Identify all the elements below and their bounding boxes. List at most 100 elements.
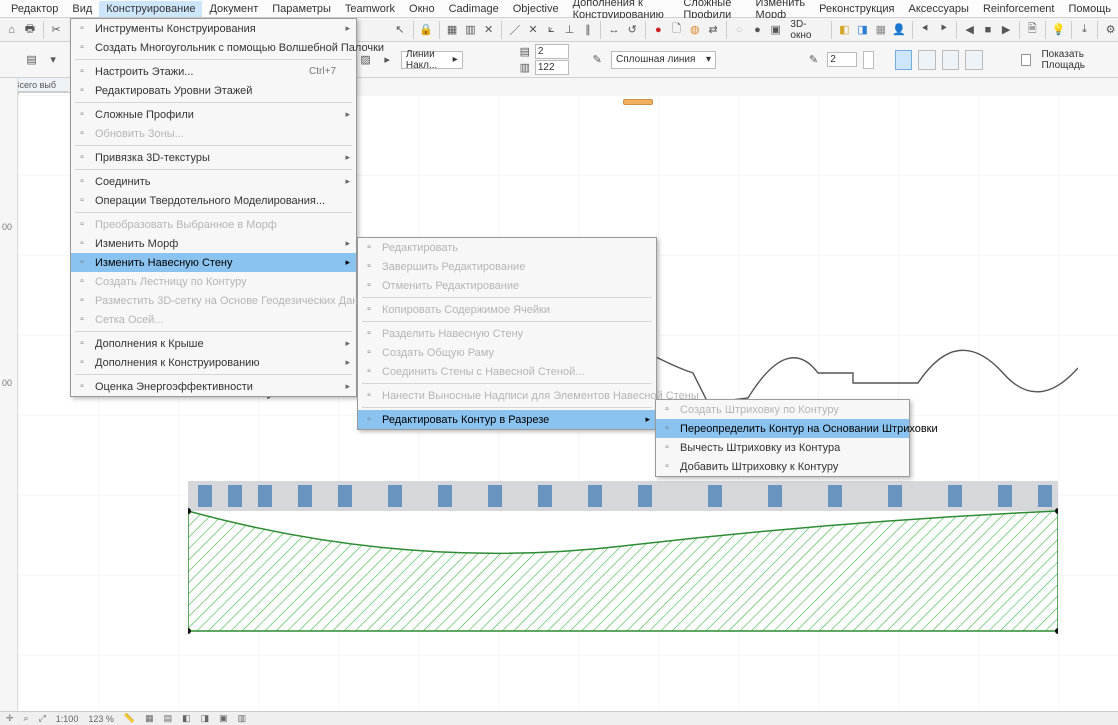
record-icon[interactable]: ● bbox=[651, 21, 666, 39]
menu-реконструкция[interactable]: Реконструкция bbox=[812, 1, 901, 17]
play-back-icon[interactable]: ◀ bbox=[962, 21, 977, 39]
menu-аксессуары[interactable]: Аксессуары bbox=[902, 1, 976, 17]
curtain-wall-menu-item-12[interactable]: ▫Редактировать Контур в Разрезе bbox=[358, 410, 656, 429]
design-menu-item-4[interactable]: ▫Редактировать Уровни Этажей bbox=[71, 81, 356, 100]
link-icon[interactable]: ⇄ bbox=[705, 21, 720, 39]
design-menu-item-3[interactable]: ▫Настроить Этажи...Ctrl+7 bbox=[71, 62, 356, 81]
view3d-label[interactable]: 3D-окно bbox=[786, 19, 825, 41]
ruler-icon[interactable]: 📏 bbox=[124, 713, 135, 724]
document-icon[interactable]: 🗋 bbox=[669, 21, 684, 39]
settings-icon[interactable]: ⚙ bbox=[1103, 21, 1118, 39]
col-icon-1[interactable]: ◧ bbox=[837, 21, 852, 39]
opt-icon-3[interactable]: ▣ bbox=[219, 713, 228, 724]
cut-icon[interactable]: ✂ bbox=[48, 21, 63, 39]
col-icon-2[interactable]: ◨ bbox=[855, 21, 870, 39]
arrow-icon[interactable]: ↖ bbox=[392, 21, 407, 39]
col-icon-3[interactable]: ▦ bbox=[873, 21, 888, 39]
dot-on-icon[interactable]: ● bbox=[750, 21, 765, 39]
cube-icon[interactable]: ▣ bbox=[768, 21, 783, 39]
nav-back-icon[interactable]: ⯇ bbox=[918, 21, 933, 39]
perp-icon[interactable]: ⊥ bbox=[562, 21, 577, 39]
fit-icon[interactable]: ⤢ bbox=[39, 713, 46, 724]
menu-objective[interactable]: Objective bbox=[506, 1, 566, 17]
menu-параметры[interactable]: Параметры bbox=[265, 1, 338, 17]
design-menu-item-11[interactable]: ▫Соединить bbox=[71, 172, 356, 191]
design-menu-item-21[interactable]: ▫Дополнения к Крыше bbox=[71, 334, 356, 353]
profile-icon[interactable]: ▥ bbox=[463, 21, 478, 39]
dir-toggle-1[interactable] bbox=[895, 50, 913, 70]
menu-cadimage[interactable]: Cadimage bbox=[442, 1, 506, 17]
pen-icon[interactable]: ✎ bbox=[590, 51, 606, 69]
design-menu-item-15[interactable]: ▫Изменить Морф bbox=[71, 234, 356, 253]
pen-num[interactable]: 2 bbox=[827, 52, 857, 67]
submenu-curtain-wall[interactable]: ▫Редактировать▫Завершить Редактирование▫… bbox=[357, 237, 657, 430]
menu-item-label: Создать Многоугольник с помощью Волшебно… bbox=[95, 42, 384, 54]
lock-icon[interactable]: 🔒 bbox=[418, 21, 433, 39]
repeat-icon[interactable]: ↺ bbox=[625, 21, 640, 39]
design-menu-item-1[interactable]: ▫Создать Многоугольник с помощью Волшебн… bbox=[71, 38, 356, 57]
dir-toggle-2[interactable] bbox=[918, 50, 936, 70]
menu-редактор[interactable]: Редактор bbox=[4, 1, 65, 17]
menu-документ[interactable]: Документ bbox=[202, 1, 265, 17]
page-icon[interactable]: 🗎 bbox=[1025, 21, 1040, 39]
top-value[interactable]: 2 bbox=[535, 44, 569, 59]
design-menu-item-24[interactable]: ▫Оценка Энергоэффективности bbox=[71, 377, 356, 396]
menu-помощь[interactable]: Помощь bbox=[1062, 1, 1118, 17]
design-menu-item-22[interactable]: ▫Дополнения к Конструированию bbox=[71, 353, 356, 372]
print-icon[interactable]: 🖶 bbox=[22, 21, 37, 39]
para-icon[interactable]: ∥ bbox=[580, 21, 595, 39]
line-type-combo[interactable]: Сплошная линия ▾ bbox=[611, 51, 716, 69]
dir-toggle-3[interactable] bbox=[942, 50, 960, 70]
design-menu-item-0[interactable]: ▫Инструменты Конструирования bbox=[71, 19, 356, 38]
line-icon[interactable]: ／ bbox=[507, 21, 522, 39]
opt-icon-1[interactable]: ◧ bbox=[182, 713, 191, 724]
contour-menu-item-1[interactable]: ▫Переопределить Контур на Основании Штри… bbox=[656, 419, 909, 438]
stop-icon[interactable]: ■ bbox=[980, 21, 995, 39]
person-icon[interactable]: 👤 bbox=[892, 21, 907, 39]
layer-up-icon[interactable]: ▤ bbox=[518, 45, 532, 59]
menu-design-dropdown[interactable]: ▫Инструменты Конструирования▫Создать Мно… bbox=[70, 18, 357, 397]
layer-icon[interactable]: ▤ bbox=[24, 51, 40, 69]
menu-окно[interactable]: Окно bbox=[402, 1, 442, 17]
layer-down-icon[interactable]: ▥ bbox=[518, 61, 532, 75]
angle-icon[interactable]: ⟀ bbox=[544, 21, 559, 39]
line-combo[interactable]: Линии Накл... ▸ bbox=[401, 51, 463, 69]
bulb-icon[interactable]: 💡 bbox=[1051, 21, 1066, 39]
menu-teamwork[interactable]: Teamwork bbox=[338, 1, 402, 17]
menu-reinforcement[interactable]: Reinforcement bbox=[976, 1, 1062, 17]
color-swatch[interactable] bbox=[863, 51, 874, 69]
zoom-icon[interactable]: ⌕ bbox=[24, 713, 29, 724]
opt-icon-2[interactable]: ◨ bbox=[201, 713, 210, 724]
contour-menu-item-2[interactable]: ▫Вычесть Штриховку из Контура bbox=[656, 438, 909, 457]
export-icon[interactable]: ⤓ bbox=[1077, 21, 1092, 39]
design-menu-item-9[interactable]: ▫Привязка 3D-текстуры bbox=[71, 148, 356, 167]
contour-menu-item-3[interactable]: ▫Добавить Штриховку к Контуру bbox=[656, 457, 909, 476]
dot-off-icon[interactable]: ○ bbox=[732, 21, 747, 39]
offset-icon[interactable]: ↔ bbox=[606, 21, 621, 39]
nav-fwd-icon[interactable]: ⯈ bbox=[936, 21, 951, 39]
menu-вид[interactable]: Вид bbox=[65, 1, 99, 17]
bottom-value[interactable]: 122 bbox=[535, 60, 569, 75]
design-menu-item-6[interactable]: ▫Сложные Профили bbox=[71, 105, 356, 124]
zoom-label[interactable]: 123 % bbox=[88, 714, 114, 724]
grid-icon[interactable]: ▦ bbox=[445, 21, 460, 39]
show-area-checkbox[interactable] bbox=[1021, 54, 1032, 66]
play-fwd-icon[interactable]: ▶ bbox=[999, 21, 1014, 39]
grid-icon[interactable]: ▦ bbox=[145, 713, 154, 724]
layer-dropdown-icon[interactable]: ▾ bbox=[45, 51, 61, 69]
design-menu-item-16[interactable]: ▫Изменить Навесную Стену bbox=[71, 253, 356, 272]
scale-label[interactable]: 1:100 bbox=[56, 714, 79, 724]
pen2-icon[interactable]: ✎ bbox=[806, 51, 822, 69]
home-icon[interactable]: ⌂ bbox=[4, 21, 19, 39]
opt-icon-4[interactable]: ▥ bbox=[238, 713, 247, 724]
menu-item-label: Обновить Зоны... bbox=[95, 128, 184, 140]
xline-icon[interactable]: ✕ bbox=[525, 21, 540, 39]
layers-icon[interactable]: ▤ bbox=[164, 713, 173, 724]
design-menu-item-12[interactable]: ▫Операции Твердотельного Моделирования..… bbox=[71, 191, 356, 210]
menu-конструирование[interactable]: Конструирование bbox=[99, 1, 202, 17]
cancel-icon[interactable]: ✕ bbox=[481, 21, 496, 39]
orange-icon[interactable]: ◍ bbox=[687, 21, 702, 39]
section-curtain-wall[interactable] bbox=[188, 481, 1058, 639]
dir-toggle-4[interactable] bbox=[965, 50, 983, 70]
submenu-edit-contour[interactable]: ▫Создать Штриховку по Контуру▫Переопреде… bbox=[655, 399, 910, 477]
